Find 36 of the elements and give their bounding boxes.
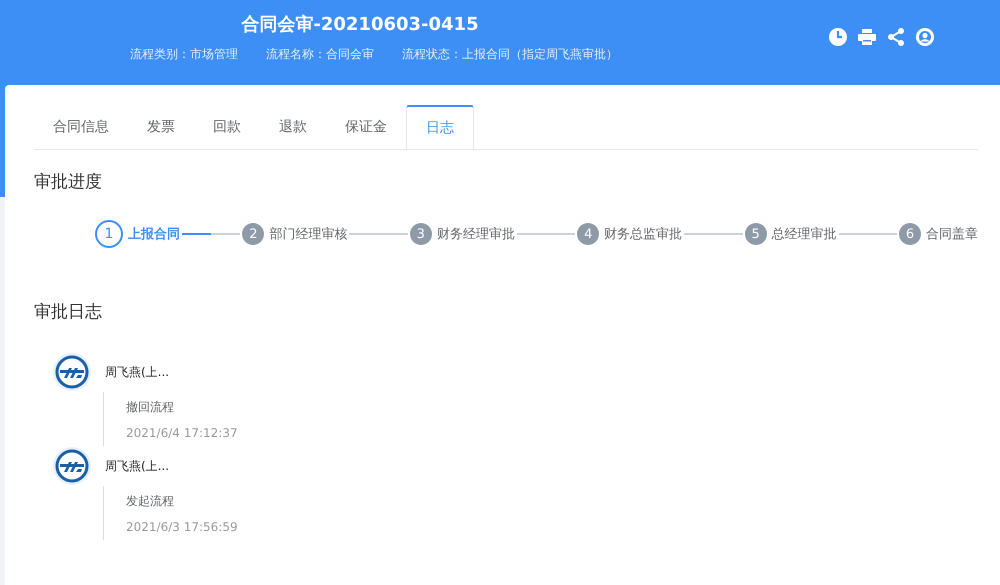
tab[interactable]: 回款 — [194, 105, 260, 149]
user-icon[interactable] — [915, 27, 935, 47]
step-label: 总经理审批 — [772, 226, 837, 243]
step-label: 上报合同 — [128, 226, 180, 243]
step-number: 3 — [410, 223, 432, 245]
log-time: 2021/6/4 17:12:37 — [126, 425, 239, 442]
step-number: 6 — [899, 223, 922, 245]
user-name: 周飞燕(上... — [105, 364, 170, 380]
tab[interactable]: 退款 — [260, 105, 326, 149]
tab[interactable]: 发票 — [128, 105, 194, 149]
logo-avatar-icon — [52, 446, 92, 486]
meta-text: 流程状态：上报合同（指定周飞燕审批） — [402, 46, 618, 63]
clock-icon[interactable] — [828, 27, 848, 47]
step-label: 合同盖章 — [926, 226, 978, 243]
section-heading: 审批进度 — [34, 171, 102, 194]
logo-avatar-icon — [52, 352, 92, 392]
log-time: 2021/6/3 17:56:59 — [126, 519, 239, 536]
step-label: 财务经理审批 — [436, 226, 515, 243]
tab[interactable]: 日志 — [406, 105, 474, 151]
meta-text: 流程名称：合同会审 — [266, 46, 374, 63]
step-number: 1 — [95, 220, 123, 248]
step-number: 5 — [744, 223, 767, 245]
log-action: 撤回流程 — [126, 399, 175, 416]
print-icon[interactable] — [857, 27, 877, 47]
tab[interactable]: 合同信息 — [34, 105, 128, 149]
step-number: 2 — [242, 223, 264, 245]
user-name: 周飞燕(上... — [105, 458, 170, 474]
log-action: 发起流程 — [126, 493, 175, 510]
tab[interactable]: 保证金 — [326, 105, 406, 149]
page-title: 合同会审-20210603-0415 — [240, 13, 480, 37]
step-label: 部门经理审核 — [269, 226, 348, 243]
meta-text: 流程类别：市场管理 — [130, 46, 238, 63]
step-label: 财务总监审批 — [604, 226, 682, 243]
step-number: 4 — [577, 223, 600, 245]
section-heading: 审批日志 — [34, 301, 102, 324]
share-icon[interactable] — [886, 27, 906, 47]
